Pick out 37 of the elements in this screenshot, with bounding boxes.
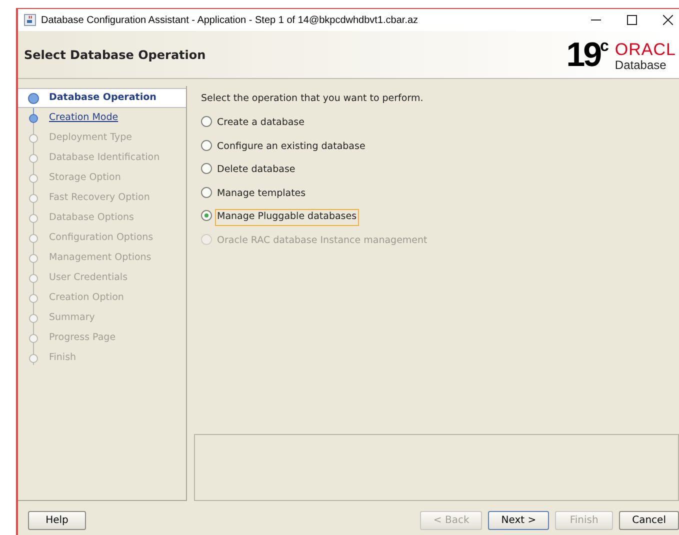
step-label: Database Options	[49, 210, 134, 225]
logo-product: Database	[614, 58, 668, 70]
radio-button[interactable]	[201, 210, 212, 222]
step-label: Creation Option	[49, 290, 124, 305]
step-label: Finish	[49, 350, 76, 365]
step-label: Database Identification	[49, 150, 160, 165]
logo-superscript: c	[600, 38, 609, 54]
step-label: Database Operation	[49, 90, 156, 105]
logo-brand: ORACL	[614, 40, 676, 58]
window-title: Database Configuration Assistant - Application - Step 1 of 14@bkpcdwhdbvt1.cbar.az	[41, 14, 418, 28]
dialog-button[interactable]: Cancel	[619, 510, 679, 530]
step-label: Progress Page	[49, 330, 116, 345]
option-label: Manage Pluggable databases	[215, 209, 359, 226]
step-label[interactable]: Creation Mode	[49, 110, 118, 126]
step-label: Summary	[49, 310, 95, 325]
maximize-icon[interactable]	[627, 15, 637, 25]
step-label: Management Options	[49, 250, 152, 265]
radio-button[interactable]	[201, 116, 212, 128]
radio-button[interactable]	[201, 140, 212, 151]
option-label: Create a database	[216, 116, 306, 130]
step-label: Fast Recovery Option	[49, 190, 150, 205]
dialog-button[interactable]: Next >	[488, 510, 550, 530]
option-label: Manage templates	[216, 186, 307, 201]
step-label: Storage Option	[49, 170, 121, 185]
step-label: Deployment Type	[49, 130, 132, 145]
radio-button[interactable]	[201, 186, 212, 198]
close-icon[interactable]	[663, 15, 673, 25]
step-label: User Credentials	[49, 270, 128, 285]
logo-version: 19	[566, 38, 600, 72]
dialog-button[interactable]: Help	[28, 510, 86, 530]
option-label: Oracle RAC database Instance management	[216, 234, 428, 248]
option-label: Delete database	[216, 163, 296, 178]
instruction-text: Select the operation that you want to perform.	[201, 92, 424, 106]
step-label: Configuration Options	[49, 230, 154, 245]
page-title: Select Database Operation	[24, 46, 206, 64]
radio-button[interactable]	[201, 163, 212, 174]
option-label: Configure an existing database	[216, 140, 366, 154]
